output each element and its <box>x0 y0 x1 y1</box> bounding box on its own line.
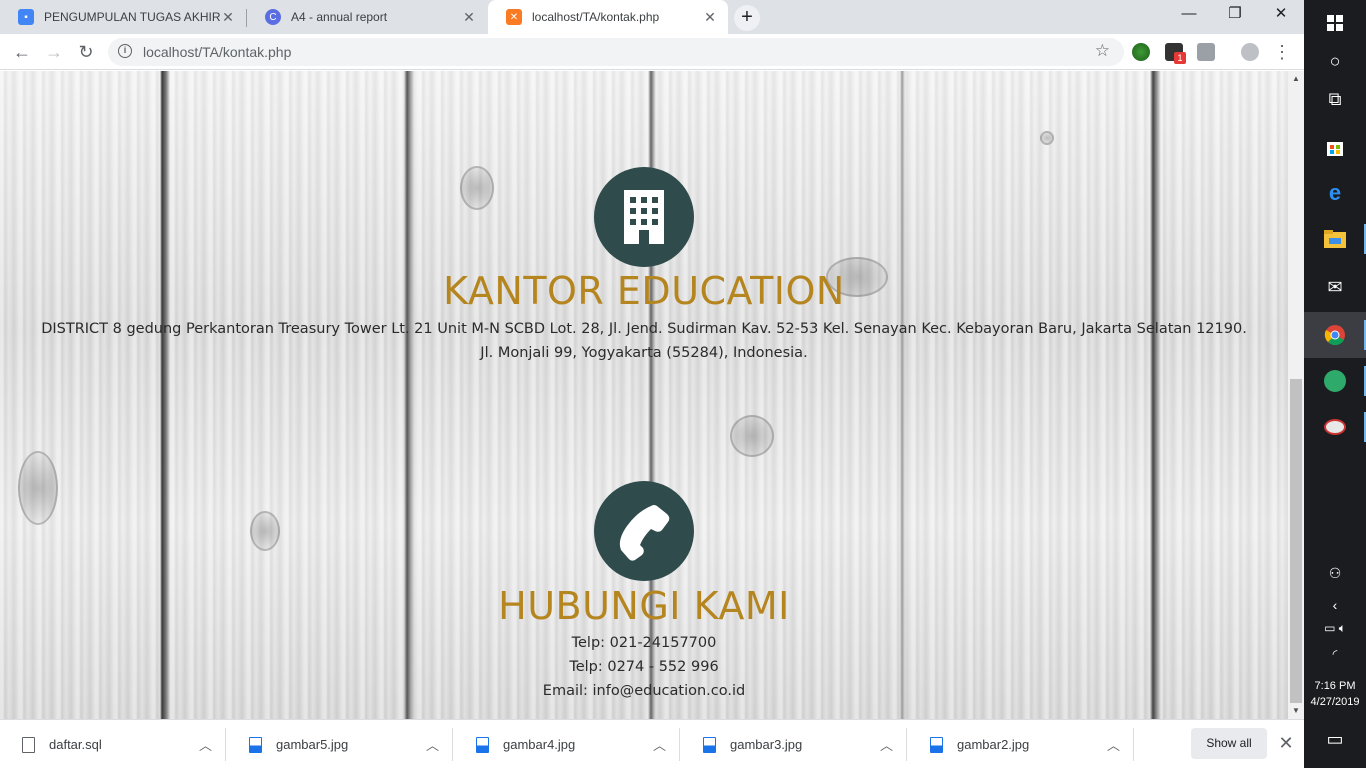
people-icon[interactable]: ⚇ <box>1304 565 1366 582</box>
scroll-down-arrow-icon[interactable]: ▼ <box>1288 703 1304 719</box>
close-window-button[interactable]: ✕ <box>1258 0 1304 30</box>
action-center-icon[interactable]: ▭ <box>1304 729 1366 750</box>
tab-title: A4 - annual report <box>291 10 388 24</box>
download-filename: gambar2.jpg <box>957 737 1030 752</box>
wood-knot <box>460 166 494 210</box>
paint-icon[interactable] <box>1304 404 1366 450</box>
extension-badge-icon[interactable]: 1 <box>1165 43 1186 64</box>
back-arrow-icon[interactable]: ← <box>8 38 36 66</box>
divider <box>225 728 226 761</box>
chevron-up-icon[interactable]: ︿ <box>199 735 212 754</box>
download-item[interactable]: daftar.sql ︿ <box>0 720 226 769</box>
tab-title: PENGUMPULAN TUGAS AKHIR W <box>44 10 222 24</box>
office-address-line2: Jl. Monjali 99, Yogyakarta (55284), Indo… <box>480 345 808 361</box>
page-content: KANTOR EDUCATION DISTRICT 8 gedung Perka… <box>0 71 1288 719</box>
new-tab-button[interactable]: + <box>734 5 760 31</box>
image-file-icon <box>703 736 716 753</box>
atom-icon[interactable] <box>1304 358 1366 404</box>
chevron-up-icon[interactable]: ︿ <box>653 735 666 754</box>
network-icon[interactable]: ◜ <box>1304 647 1366 661</box>
image-file-icon <box>930 736 943 753</box>
tab-title: localhost/TA/kontak.php <box>532 10 660 24</box>
forms-icon: ▪ <box>18 9 34 25</box>
file-explorer-icon[interactable] <box>1304 216 1366 262</box>
address-bar[interactable]: i localhost/TA/kontak.php ☆ <box>108 38 1124 66</box>
download-filename: gambar4.jpg <box>503 737 576 752</box>
tab-pengumpulan[interactable]: ▪ PENGUMPULAN TUGAS AKHIR W ✕ <box>0 0 246 34</box>
tab-kontak[interactable]: ✕ localhost/TA/kontak.php ✕ <box>488 0 728 34</box>
url-text[interactable]: localhost/TA/kontak.php <box>143 44 291 60</box>
maximize-button[interactable]: ❐ <box>1212 0 1258 30</box>
contact-phone-2: Telp: 0274 - 552 996 <box>569 659 719 675</box>
download-shelf: daftar.sql ︿ gambar5.jpg ︿ gambar4.jpg ︿… <box>0 719 1304 768</box>
task-view-icon[interactable]: ⧉ <box>1304 76 1366 122</box>
info-icon[interactable]: i <box>118 44 132 58</box>
minimize-button[interactable]: — <box>1166 0 1212 30</box>
contact-heading: HUBUNGI KAMI <box>498 584 790 628</box>
tab-close-icon[interactable]: ✕ <box>461 9 477 25</box>
canva-icon: C <box>265 9 281 25</box>
extension-badge-count: 1 <box>1174 52 1186 64</box>
chevron-left-icon[interactable]: ‹ <box>1304 597 1366 613</box>
download-filename: daftar.sql <box>49 737 102 752</box>
scroll-up-arrow-icon[interactable]: ▲ <box>1288 71 1304 87</box>
windows-taskbar: ○ ⧉ e ✉ ⚇ ‹ ▭ 🔈︎ ◜ 7:16 PM 4/27/2019 ▭ <box>1304 0 1366 768</box>
wood-knot <box>1040 131 1054 145</box>
browser-toolbar: ← → ↻ i localhost/TA/kontak.php ☆ 1 ⋮ <box>0 34 1304 70</box>
wood-knot <box>18 451 58 525</box>
download-item[interactable]: gambar4.jpg ︿ <box>454 720 680 769</box>
paint-palette <box>1324 419 1346 435</box>
tab-close-icon[interactable]: ✕ <box>702 9 718 25</box>
office-address-line1: DISTRICT 8 gedung Perkantoran Treasury T… <box>41 321 1247 337</box>
office-heading: KANTOR EDUCATION <box>443 269 845 313</box>
chrome-icon[interactable] <box>1304 312 1366 358</box>
image-file-icon <box>476 736 489 753</box>
wood-knot <box>730 415 774 457</box>
extension-globe-icon[interactable] <box>1132 43 1150 61</box>
image-file-icon <box>249 736 262 753</box>
xampp-icon: ✕ <box>506 9 522 25</box>
divider <box>1133 728 1134 761</box>
clock-time: 7:16 PM <box>1314 680 1356 692</box>
taskbar-clock[interactable]: 7:16 PM 4/27/2019 <box>1304 678 1366 710</box>
wood-knot <box>250 511 280 551</box>
battery-volume-icon[interactable]: ▭ 🔈︎ <box>1304 621 1366 636</box>
download-filename: gambar3.jpg <box>730 737 803 752</box>
tab-close-icon[interactable]: ✕ <box>220 9 236 25</box>
store-icon[interactable] <box>1304 124 1366 170</box>
contact-email: Email: info@education.co.id <box>542 683 746 699</box>
building-icon <box>594 167 694 267</box>
page-scrollbar[interactable]: ▲ ▼ <box>1288 71 1304 719</box>
menu-kebab-icon[interactable]: ⋮ <box>1268 38 1296 66</box>
phone-icon <box>594 481 694 581</box>
camera-icon[interactable] <box>1197 43 1215 61</box>
download-item[interactable]: gambar3.jpg ︿ <box>681 720 907 769</box>
file-icon <box>22 736 35 753</box>
close-icon[interactable]: ✕ <box>1276 732 1296 754</box>
scroll-thumb[interactable] <box>1290 379 1302 703</box>
chevron-up-icon[interactable]: ︿ <box>426 735 439 754</box>
download-filename: gambar5.jpg <box>276 737 349 752</box>
chevron-up-icon[interactable]: ︿ <box>1107 735 1120 754</box>
contact-phone-1: Telp: 021-24157700 <box>571 635 717 651</box>
show-all-button[interactable]: Show all <box>1191 728 1267 759</box>
tab-strip: ▪ PENGUMPULAN TUGAS AKHIR W ✕ C A4 - ann… <box>0 0 1304 34</box>
mail-icon[interactable]: ✉ <box>1304 264 1366 310</box>
divider <box>906 728 907 761</box>
divider <box>452 728 453 761</box>
profile-avatar-icon[interactable] <box>1241 43 1259 61</box>
download-item[interactable]: gambar2.jpg ︿ <box>908 720 1134 769</box>
atom-badge <box>1324 370 1346 392</box>
edge-icon[interactable]: e <box>1304 170 1366 216</box>
chevron-up-icon[interactable]: ︿ <box>880 735 893 754</box>
bookmark-star-icon[interactable]: ☆ <box>1095 41 1110 61</box>
download-item[interactable]: gambar5.jpg ︿ <box>227 720 453 769</box>
divider <box>679 728 680 761</box>
clock-date: 4/27/2019 <box>1310 696 1360 708</box>
tab-annual-report[interactable]: C A4 - annual report ✕ <box>247 0 487 34</box>
forward-arrow-icon[interactable]: → <box>40 38 68 66</box>
reload-icon[interactable]: ↻ <box>72 38 100 66</box>
